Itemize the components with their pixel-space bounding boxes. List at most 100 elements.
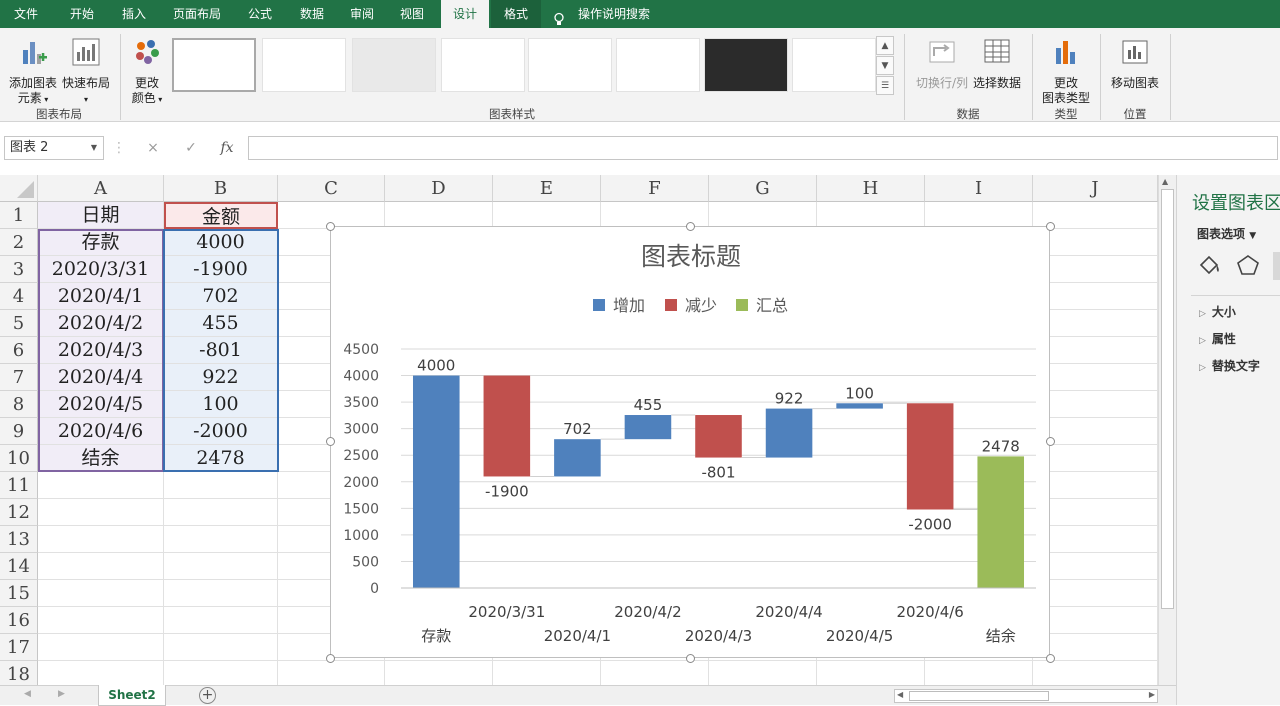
row-header[interactable]: 7 (0, 364, 38, 391)
tab-insert[interactable]: 插入 (108, 0, 160, 28)
change-chart-type-button[interactable]: 更改 图表类型 (1036, 36, 1096, 106)
tab-page-layout[interactable]: 页面布局 (160, 0, 234, 28)
chart-style-6[interactable] (616, 38, 700, 92)
row-header[interactable]: 17 (0, 634, 38, 661)
size-properties-icon[interactable] (1273, 252, 1280, 280)
chart-bar[interactable] (412, 375, 460, 588)
chart-bar[interactable] (624, 415, 672, 440)
table-cell-amount[interactable]: 2478 (164, 445, 278, 472)
chart-style-2[interactable] (262, 38, 346, 92)
tab-design[interactable]: 设计 (441, 0, 489, 28)
table-cell-amount[interactable]: -1900 (164, 256, 278, 283)
chart-bar[interactable] (765, 408, 813, 458)
column-header-h[interactable]: H (817, 175, 925, 202)
column-header-a[interactable]: A (38, 175, 164, 202)
chart-area[interactable]: 图表标题 增加 减少 汇总 0 500 1000 1500 2000 2500 3000 3500 40… (330, 226, 1050, 658)
move-chart-button[interactable]: 移动图表 (1104, 36, 1166, 91)
column-header-e[interactable]: E (493, 175, 601, 202)
drag-handle-icon[interactable]: ⋮ (112, 136, 126, 160)
table-cell-amount[interactable]: 100 (164, 391, 278, 418)
pane-section-size[interactable]: ▷ 大小 (1199, 303, 1236, 320)
row-header[interactable]: 8 (0, 391, 38, 418)
table-cell-amount[interactable]: -2000 (164, 418, 278, 445)
chart-style-3[interactable] (352, 38, 436, 92)
column-header-j[interactable]: J (1033, 175, 1158, 202)
row-header[interactable]: 9 (0, 418, 38, 445)
cell-b1-header[interactable]: 金额 (164, 202, 278, 229)
tab-file[interactable]: 文件 (0, 0, 52, 28)
table-cell-amount[interactable]: 922 (164, 364, 278, 391)
tell-me-search[interactable]: 操作说明搜索 (552, 0, 650, 28)
fill-line-icon[interactable] (1197, 253, 1223, 281)
switch-row-column-button[interactable]: 切换行/列 (912, 36, 972, 91)
row-header[interactable]: 12 (0, 499, 38, 526)
horizontal-scrollbar[interactable]: ◀ ▶ (894, 689, 1158, 703)
vertical-scrollbar[interactable]: ▲ (1158, 175, 1176, 685)
chart-bar[interactable] (554, 439, 601, 477)
tab-data[interactable]: 数据 (286, 0, 338, 28)
table-cell-date[interactable]: 2020/3/31 (38, 256, 164, 283)
chart-options-dropdown[interactable]: 图表选项 ▼ (1197, 225, 1256, 242)
resize-handle[interactable] (1046, 222, 1055, 231)
table-cell-amount[interactable]: -801 (164, 337, 278, 364)
chart-style-7[interactable] (704, 38, 788, 92)
scroll-up-icon[interactable]: ▲ (876, 36, 894, 55)
table-cell-date[interactable]: 2020/4/1 (38, 283, 164, 310)
column-header-i[interactable]: I (925, 175, 1033, 202)
row-header[interactable]: 2 (0, 229, 38, 256)
row-header[interactable]: 15 (0, 580, 38, 607)
cancel-icon[interactable]: × (140, 136, 166, 160)
select-data-button[interactable]: 选择数据 (970, 36, 1024, 91)
scroll-left-icon[interactable]: ◀ (24, 689, 31, 699)
enter-icon[interactable]: ✓ (178, 136, 204, 160)
column-header-c[interactable]: C (278, 175, 385, 202)
chart-bar[interactable] (483, 375, 531, 477)
table-cell-date[interactable]: 2020/4/5 (38, 391, 164, 418)
scroll-up-icon[interactable]: ▲ (1162, 177, 1168, 186)
table-cell-date[interactable]: 2020/4/4 (38, 364, 164, 391)
resize-handle[interactable] (1046, 654, 1055, 663)
name-box[interactable]: 图表 2 ▼ (4, 136, 104, 160)
resize-handle[interactable] (326, 222, 335, 231)
add-sheet-icon[interactable]: + (199, 687, 216, 704)
row-header[interactable]: 5 (0, 310, 38, 337)
chart-bar[interactable] (836, 403, 883, 409)
tab-home[interactable]: 开始 (56, 0, 108, 28)
quick-layout-button[interactable]: 快速布局 ▾ (60, 36, 112, 107)
column-header-f[interactable]: F (601, 175, 709, 202)
tab-review[interactable]: 审阅 (338, 0, 386, 28)
table-cell-date[interactable]: 2020/4/2 (38, 310, 164, 337)
chart-style-5[interactable] (528, 38, 612, 92)
row-header[interactable]: 1 (0, 202, 38, 229)
table-cell-date[interactable]: 存款 (38, 229, 164, 256)
resize-handle[interactable] (1046, 437, 1055, 446)
resize-handle[interactable] (326, 437, 335, 446)
chart-title[interactable]: 图表标题 (641, 242, 741, 271)
horizontal-scroll-thumb[interactable] (909, 691, 1049, 701)
insert-function-icon[interactable]: fx (214, 136, 240, 160)
chart-style-1[interactable] (172, 38, 256, 92)
vertical-scroll-thumb[interactable] (1161, 189, 1174, 609)
tab-formulas[interactable]: 公式 (234, 0, 286, 28)
table-cell-date[interactable]: 2020/4/6 (38, 418, 164, 445)
chart-bar[interactable] (695, 415, 742, 458)
row-header[interactable]: 14 (0, 553, 38, 580)
scroll-down-icon[interactable]: ▼ (876, 56, 894, 75)
tab-view[interactable]: 视图 (386, 0, 438, 28)
scroll-right-icon[interactable]: ▶ (58, 689, 65, 699)
row-header[interactable]: 13 (0, 526, 38, 553)
chart-style-8[interactable] (792, 38, 876, 92)
row-header[interactable]: 4 (0, 283, 38, 310)
scroll-right-icon[interactable]: ▶ (1149, 690, 1155, 699)
scroll-left-icon[interactable]: ◀ (897, 690, 903, 699)
effects-pentagon-icon[interactable] (1235, 253, 1261, 281)
row-header[interactable]: 10 (0, 445, 38, 472)
table-cell-date[interactable]: 结余 (38, 445, 164, 472)
pane-section-properties[interactable]: ▷ 属性 (1199, 330, 1236, 347)
pane-section-alt-text[interactable]: ▷ 替换文字 (1199, 357, 1260, 374)
column-header-g[interactable]: G (709, 175, 817, 202)
tab-format[interactable]: 格式 (491, 0, 541, 28)
table-cell-date[interactable]: 2020/4/3 (38, 337, 164, 364)
sheet-tab[interactable]: Sheet2 (98, 685, 166, 706)
add-chart-element-button[interactable]: 添加图表 元素 ▾ (6, 36, 60, 107)
